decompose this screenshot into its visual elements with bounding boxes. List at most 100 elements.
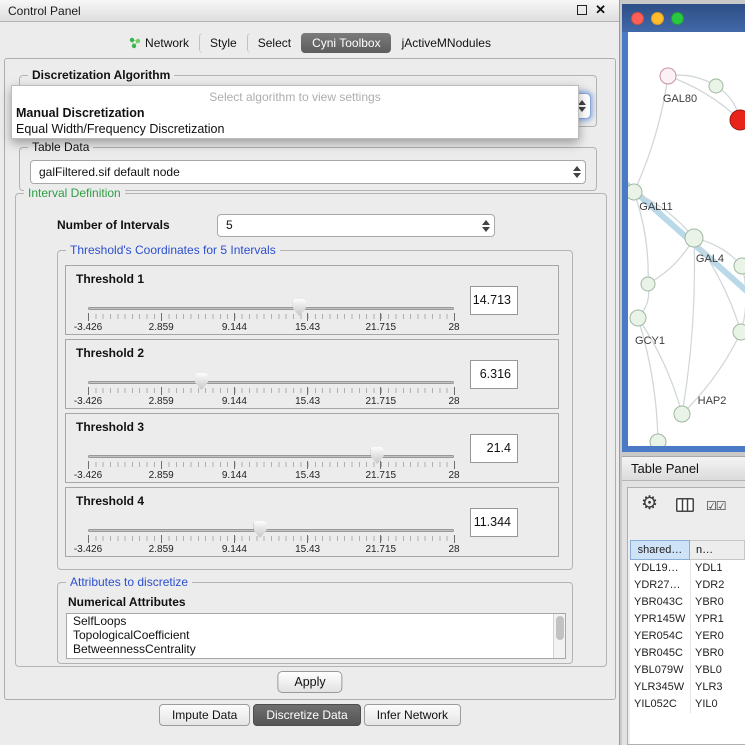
tab-discretize-data[interactable]: Discretize Data (253, 704, 360, 726)
slider-major-tick (307, 461, 308, 469)
network-node-label: GAL4 (696, 253, 724, 265)
table-row[interactable]: YLR345WYLR3 (630, 679, 745, 696)
float-window-icon[interactable] (577, 5, 587, 15)
apply-button[interactable]: Apply (277, 671, 342, 693)
column-header-name[interactable]: n… (690, 540, 745, 560)
slider-tick-label: 21.715 (366, 470, 397, 481)
tab-label: Cyni Toolbox (312, 36, 380, 50)
mac-close-button[interactable] (631, 12, 644, 25)
tab-style[interactable]: Style (199, 33, 247, 53)
slider-major-tick (454, 535, 455, 543)
network-graph: GAL80GAL11GAL4GCY1HAP2 (628, 32, 745, 446)
table-row[interactable]: YIL052CYIL0 (630, 696, 745, 713)
dropdown-option-manual-discretization[interactable]: Manual Discretization (12, 105, 578, 121)
table-data-selected-value: galFiltered.sif default node (39, 165, 180, 179)
dropdown-option-equal-width-frequency[interactable]: Equal Width/Frequency Discretization (12, 121, 578, 137)
slider-track (88, 529, 454, 532)
table-row[interactable]: YPR145WYPR1 (630, 611, 745, 628)
list-item[interactable]: TopologicalCoefficient (67, 628, 565, 642)
table-cell-name: YDR2 (690, 577, 745, 594)
network-node[interactable] (734, 258, 745, 274)
slider-track (88, 381, 454, 384)
list-scrollbar[interactable] (553, 614, 565, 658)
combo-arrows-icon (482, 220, 490, 232)
network-node[interactable] (641, 277, 655, 291)
panel-body: Discretization Algorithm Select algorith… (4, 58, 616, 700)
slider-major-tick (88, 461, 89, 469)
tab-label: Network (145, 36, 189, 50)
threshold-slider[interactable]: -3.4262.8599.14415.4321.71528 (88, 300, 454, 333)
tab-impute-data[interactable]: Impute Data (159, 704, 250, 726)
number-of-intervals-combobox[interactable]: 5 (217, 214, 495, 237)
tab-jactivemnodules[interactable]: jActiveMNodules (391, 33, 501, 53)
slider-tick-label: 2.859 (149, 470, 174, 481)
table-row[interactable]: YER054CYER0 (630, 628, 745, 645)
threshold-panels: Threshold 114.713-3.4262.8599.14415.4321… (65, 265, 565, 561)
network-node[interactable] (660, 68, 676, 84)
table-row[interactable]: YBR043CYBR0 (630, 594, 745, 611)
numerical-attributes-list[interactable]: SelfLoopsTopologicalCoefficientBetweenne… (66, 613, 566, 659)
slider-major-tick (234, 387, 235, 395)
network-edge (741, 266, 745, 332)
table-panel-inner: ⚙ ☑☑ shared… n… YDL19…YDL1YDR27…YDR2YBR0… (627, 487, 745, 745)
table-panel: ⚙ ☑☑ shared… n… YDL19…YDL1YDR27…YDR2YBR0… (622, 481, 745, 745)
table-cell-shared-name: YDL19… (630, 560, 690, 577)
threshold-value-field[interactable]: 14.713 (470, 286, 518, 315)
threshold-panel: Threshold 321.4-3.4262.8599.14415.4321.7… (65, 413, 559, 483)
threshold-value-field[interactable]: 11.344 (470, 508, 518, 537)
table-header-row: shared… n… (630, 540, 745, 560)
dropdown-placeholder: Select algorithm to view settings (12, 89, 578, 105)
table-row[interactable]: YDL19…YDL1 (630, 560, 745, 577)
table-row[interactable]: YBL079WYBL0 (630, 662, 745, 679)
gear-icon[interactable]: ⚙ (641, 493, 658, 515)
scrollbar-thumb[interactable] (556, 616, 564, 640)
table-cell-name: YDL1 (690, 560, 745, 577)
network-node[interactable] (628, 184, 642, 200)
tab-network[interactable]: Network (118, 33, 199, 53)
slider-minor-ticks (88, 388, 454, 393)
numerical-attributes-label: Numerical Attributes (68, 595, 186, 609)
mac-minimize-button[interactable] (651, 12, 664, 25)
table-data-combobox[interactable]: galFiltered.sif default node (30, 160, 586, 184)
threshold-panel: Threshold 26.316-3.4262.8599.14415.4321.… (65, 339, 559, 409)
select-rows-checkbox-icons[interactable]: ☑☑ (706, 499, 726, 513)
slider-tick-label: -3.426 (74, 544, 102, 555)
list-item[interactable]: SelfLoops (67, 614, 565, 628)
bottom-tab-bar: Impute DataDiscretize DataInfer Network (0, 704, 620, 726)
network-edge (648, 238, 694, 284)
close-icon[interactable]: ✕ (595, 4, 606, 16)
network-node[interactable] (650, 434, 666, 446)
threshold-slider[interactable]: -3.4262.8599.14415.4321.71528 (88, 448, 454, 481)
table-row[interactable]: YDR27…YDR2 (630, 577, 745, 594)
slider-tick-label: 2.859 (149, 322, 174, 333)
column-header-shared-name[interactable]: shared… (630, 540, 690, 560)
network-node-label: GAL80 (663, 93, 697, 105)
slider-major-tick (380, 387, 381, 395)
threshold-value-field[interactable]: 6.316 (470, 360, 518, 389)
window-title: Control Panel (8, 4, 81, 18)
network-node[interactable] (685, 229, 703, 247)
threshold-slider[interactable]: -3.4262.8599.14415.4321.71528 (88, 522, 454, 555)
network-node[interactable] (674, 406, 690, 422)
mac-zoom-button[interactable] (671, 12, 684, 25)
columns-icon[interactable] (676, 498, 694, 515)
tab-infer-network[interactable]: Infer Network (364, 704, 461, 726)
network-icon (129, 37, 141, 49)
network-node[interactable] (630, 310, 646, 326)
slider-tick-label: -3.426 (74, 396, 102, 407)
slider-major-tick (380, 461, 381, 469)
slider-track (88, 307, 454, 310)
threshold-slider[interactable]: -3.4262.8599.14415.4321.71528 (88, 374, 454, 407)
slider-major-tick (161, 535, 162, 543)
network-node[interactable] (733, 324, 745, 340)
network-node[interactable] (709, 79, 723, 93)
table-row[interactable]: YBR045CYBR0 (630, 645, 745, 662)
slider-major-tick (454, 461, 455, 469)
network-canvas[interactable]: GAL80GAL11GAL4GCY1HAP2 (628, 32, 745, 446)
list-item[interactable]: BetweennessCentrality (67, 642, 565, 656)
threshold-value-field[interactable]: 21.4 (470, 434, 518, 463)
network-node-selected-red[interactable] (730, 110, 745, 130)
tab-cyni-toolbox[interactable]: Cyni Toolbox (301, 33, 390, 53)
tab-select[interactable]: Select (247, 33, 301, 53)
table-cell-shared-name: YBL079W (630, 662, 690, 679)
